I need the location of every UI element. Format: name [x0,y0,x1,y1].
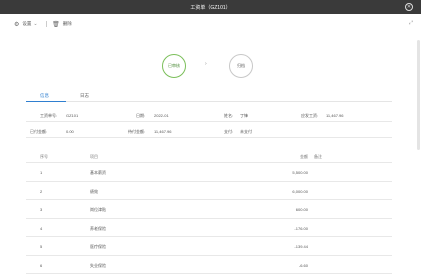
cell-item: 失业保险 [90,262,106,268]
delete-label: 删除 [62,21,72,26]
info-value: 丁锋 [240,113,248,118]
scrollbar-thumb[interactable] [417,40,420,150]
active-tab-indicator [26,100,66,102]
cell-item: 医疗保险 [90,244,106,249]
table-row[interactable]: 4 养老保险 -176.00 [26,219,392,237]
title-bar: 工资单（GZ101） ✕ [0,0,421,14]
cell-no: 5 [40,244,43,249]
info-label: 应发工资: [301,113,319,118]
cell-no: 3 [40,207,43,212]
info-value: 11,467.96 [326,113,344,118]
col-header-note: 备注 [314,154,322,159]
info-label: 支付: [224,129,234,134]
tab-bar: 信息 日志 [26,92,392,102]
cell-amount: 5,500.00 [292,170,308,175]
info-label: 待付金额: [128,129,146,134]
cell-item: 养老保险 [90,225,106,231]
cell-no: 2 [40,188,43,194]
settings-button[interactable]: ⚙ 设置 ⌄ [14,21,38,28]
step-arrow-icon: › [205,61,207,67]
toolbar: ⚙ 设置 ⌄ 🗑 删除 [0,16,421,32]
col-header-amount: 金额 [300,154,308,159]
chevron-down-icon: ⌄ [33,21,38,27]
tab-log[interactable]: 日志 [80,93,89,99]
info-value: GZ101 [66,113,79,118]
cell-amount: 6,000.00 [292,188,308,194]
delete-button[interactable]: 🗑 删除 [52,21,72,28]
info-label: 日期: [136,113,146,118]
cell-amount: -176.00 [294,225,308,231]
table-row[interactable]: 6 失业保险 -6.60 [26,256,392,274]
salary-items-table: 序号 项目 金额 备注 1 基本薪资 5,500.00 2 绩效 6,000.0… [26,150,392,274]
table-row[interactable]: 2 绩效 6,000.00 [26,182,392,200]
table-header: 序号 项目 金额 备注 [26,150,392,163]
cell-no: 6 [40,262,43,268]
info-row: 工资单号: GZ101 日期: 2022-01 姓名: 丁锋 应发工资: 11,… [26,108,392,122]
info-label: 姓名: [224,113,234,118]
table-row[interactable]: 1 基本薪资 5,500.00 [26,163,392,182]
cell-no: 4 [40,225,43,231]
workflow-steps: 已审核 › 归档 [0,50,421,84]
step-archive[interactable]: 归档 [229,54,253,78]
cell-amount: 600.00 [295,207,308,212]
info-label: 工资单号: [40,113,58,118]
tab-info[interactable]: 信息 [40,93,49,99]
cell-item: 基本薪资 [90,170,106,175]
table-row[interactable]: 3 岗位津贴 600.00 [26,200,392,219]
window-title: 工资单（GZ101） [190,4,231,11]
col-header-item: 项目 [90,154,98,159]
table-row[interactable]: 5 医疗保险 -139.44 [26,237,392,256]
expand-icon[interactable]: ⤢ [409,20,413,26]
cell-amount: -139.44 [294,244,308,249]
vertical-scrollbar[interactable] [417,40,420,270]
cell-item: 绩效 [90,188,98,194]
trash-icon: 🗑 [52,21,60,28]
cell-no: 1 [40,170,43,175]
info-row: 已付金额: 0.00 待付金额: 11,467.96 支付: 未支付 [26,124,392,138]
settings-label: 设置 [22,21,32,26]
info-label: 已付金额: [30,129,48,134]
info-value: 2022-01 [154,113,169,118]
info-value: 未支付 [240,129,252,134]
toolbar-divider [45,21,47,27]
step-approved[interactable]: 已审核 [162,54,186,78]
gear-icon: ⚙ [14,21,20,28]
col-header-no: 序号 [40,154,48,159]
info-value: 11,467.96 [154,129,172,134]
info-value: 0.00 [66,129,74,134]
close-icon[interactable]: ✕ [405,3,413,11]
cell-amount: -6.60 [298,262,308,268]
cell-item: 岗位津贴 [90,207,106,212]
